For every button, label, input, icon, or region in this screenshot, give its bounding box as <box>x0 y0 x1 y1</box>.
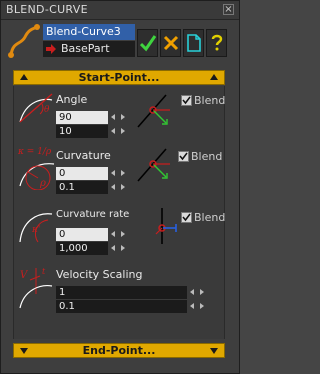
curvature-rate-step-input[interactable]: 1,000 <box>56 242 108 255</box>
curvature-label: Curvature <box>56 149 111 162</box>
new-document-icon <box>187 34 201 52</box>
angle-label: Angle <box>56 93 88 106</box>
curve-name-field[interactable]: Blend-Curve3 <box>43 24 135 40</box>
angle-value-input[interactable]: 90 <box>56 111 108 124</box>
blend-curve-icon <box>8 24 40 58</box>
base-part-label: BasePart <box>61 42 110 55</box>
start-point-panel: θ Angle 90 10 Blend κ = 1/ρ ρ Curvature … <box>13 86 225 339</box>
triangle-up-icon <box>210 74 218 80</box>
angle-icon: θ <box>19 93 53 123</box>
curvature-step-stepper[interactable] <box>108 181 132 194</box>
curvature-blend-label: Blend <box>191 150 223 163</box>
checkmark-icon <box>182 213 191 222</box>
curvature-rate-icon: κ' <box>19 213 53 243</box>
triangle-down-icon <box>210 348 218 354</box>
velocity-value-input[interactable]: 1 <box>56 286 187 299</box>
window-title: BLEND-CURVE <box>6 3 88 16</box>
cross-icon <box>163 35 179 51</box>
curvature-value-stepper[interactable] <box>108 167 132 180</box>
end-point-bar[interactable]: End-Point... <box>13 343 225 358</box>
close-icon[interactable]: × <box>223 4 234 15</box>
svg-text:θ: θ <box>44 105 50 115</box>
velocity-scaling-label: Velocity Scaling <box>56 268 143 281</box>
angle-blend-checkbox[interactable] <box>181 95 192 106</box>
curvature-diagram-icon <box>137 148 170 182</box>
tangent-diagram-icon <box>137 94 170 128</box>
curvature-rate-label: Curvature rate <box>56 209 130 220</box>
help-button[interactable] <box>206 29 227 57</box>
angle-value-stepper[interactable] <box>108 111 132 124</box>
blend-curve-window: BLEND-CURVE × Blend-Curve3 BasePart Star… <box>0 0 240 374</box>
cancel-button[interactable] <box>160 29 181 57</box>
curvature-step-input[interactable]: 0.1 <box>56 181 108 194</box>
velocity-scaling-icon: V t <box>19 267 53 309</box>
curvature-rate-diagram-icon <box>155 208 177 244</box>
curvature-rate-blend-checkbox[interactable] <box>181 212 192 223</box>
checkmark-icon <box>179 152 188 161</box>
checkmark-icon <box>182 96 191 105</box>
start-point-bar[interactable]: Start-Point... <box>13 70 225 85</box>
new-document-button[interactable] <box>183 29 204 57</box>
curvature-rate-value-input[interactable]: 0 <box>56 228 108 241</box>
kappa-prime-symbol: κ' <box>31 225 40 235</box>
curvature-formula: κ = 1/ρ <box>17 147 52 157</box>
question-icon <box>211 34 223 51</box>
checkmark-icon <box>140 35 156 52</box>
curvature-rate-blend-label: Blend <box>194 211 226 224</box>
curvature-rate-step-stepper[interactable] <box>108 242 132 255</box>
angle-blend-label: Blend <box>194 94 226 107</box>
angle-step-input[interactable]: 10 <box>56 125 108 138</box>
velocity-value-stepper[interactable] <box>187 286 211 299</box>
rho-symbol: ρ <box>39 178 46 189</box>
curvature-icon: κ = 1/ρ ρ <box>17 147 55 190</box>
arrow-right-icon <box>46 44 56 54</box>
velocity-step-input[interactable]: 0.1 <box>56 300 187 313</box>
base-part-field[interactable]: BasePart <box>43 41 135 57</box>
start-point-label: Start-Point... <box>78 71 160 84</box>
header: Blend-Curve3 BasePart <box>7 23 235 63</box>
title-bar[interactable]: BLEND-CURVE × <box>1 1 239 20</box>
velocity-step-stepper[interactable] <box>187 300 211 313</box>
angle-step-stepper[interactable] <box>108 125 132 138</box>
curvature-value-input[interactable]: 0 <box>56 167 108 180</box>
ok-button[interactable] <box>137 29 158 57</box>
curvature-blend-checkbox[interactable] <box>178 151 189 162</box>
end-point-label: End-Point... <box>82 344 156 357</box>
velocity-t-symbol: t <box>42 267 46 276</box>
velocity-v-symbol: V <box>20 270 29 281</box>
curvature-rate-value-stepper[interactable] <box>108 228 132 241</box>
